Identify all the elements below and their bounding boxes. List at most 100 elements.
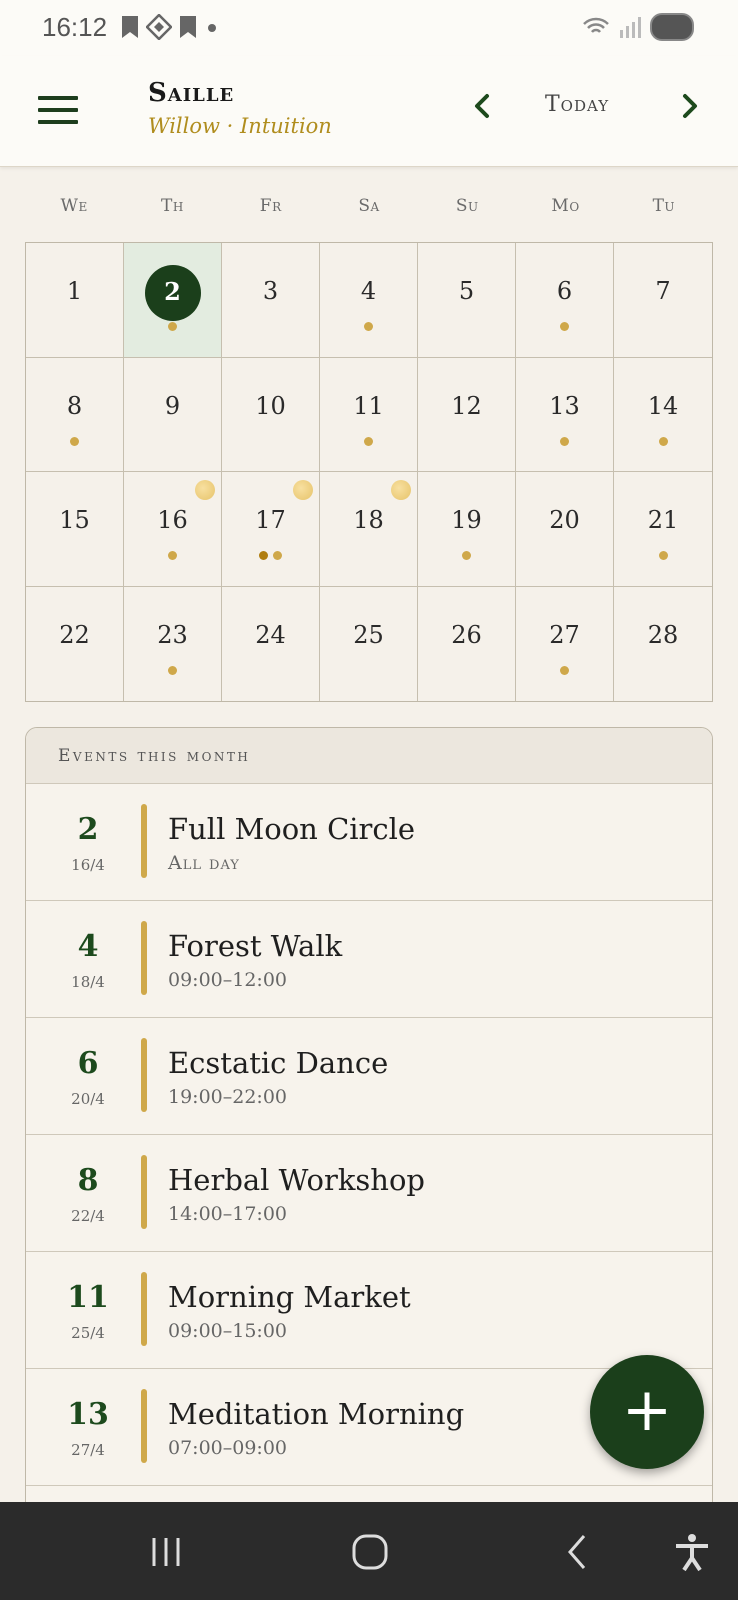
- calendar-day-28[interactable]: 28: [614, 587, 712, 702]
- event-row[interactable]: 11 25/4 Morning Market 09:00–15:00: [26, 1252, 712, 1369]
- event-dot: [273, 551, 282, 560]
- calendar-day-26[interactable]: 26: [418, 586, 516, 701]
- wifi-icon: [583, 17, 609, 33]
- calendar-day-1[interactable]: 1: [26, 243, 124, 358]
- event-day: 4: [77, 929, 99, 964]
- calendar-day-20[interactable]: 20: [516, 472, 614, 587]
- day-number: 27: [549, 620, 580, 649]
- event-row[interactable]: 6 20/4 Ecstatic Dance 19:00–22:00: [26, 1018, 712, 1135]
- calendar-day-7[interactable]: 7: [614, 243, 712, 358]
- calendar-day-17[interactable]: 17: [222, 472, 320, 587]
- calendar-day-24[interactable]: 24: [222, 586, 320, 701]
- event-time: 19:00–22:00: [168, 1086, 288, 1108]
- bookmark-icon: [180, 16, 196, 38]
- calendar-day-9[interactable]: 9: [124, 357, 222, 472]
- full-moon-icon: [195, 480, 215, 500]
- calendar-day-16[interactable]: 16: [124, 472, 222, 587]
- calendar-day-15[interactable]: 15: [26, 472, 124, 587]
- calendar-day-5[interactable]: 5: [418, 243, 516, 358]
- calendar-day-13[interactable]: 13: [516, 357, 614, 472]
- day-number: 23: [157, 620, 188, 649]
- event-name: Full Moon Circle: [168, 812, 416, 846]
- calendar-day-18[interactable]: 18: [320, 472, 418, 587]
- events-title: Events this month: [58, 746, 251, 766]
- calendar-day-19[interactable]: 19: [418, 472, 516, 587]
- calendar-day-11[interactable]: 11: [320, 357, 418, 472]
- event-indicator: [614, 551, 712, 560]
- weekday-label: Su: [455, 196, 479, 216]
- accessibility-icon[interactable]: [668, 1532, 716, 1572]
- calendar-day-2[interactable]: 2: [124, 243, 222, 358]
- diamond-icon: [146, 14, 172, 40]
- day-number: 10: [255, 391, 286, 420]
- event-indicator: [124, 322, 221, 331]
- day-number: 26: [451, 620, 482, 649]
- event-accent-bar: [141, 1389, 147, 1463]
- day-number: 17: [255, 506, 286, 534]
- event-accent-bar: [141, 804, 147, 878]
- battery-icon: [650, 13, 694, 41]
- status-bar: 16:12: [0, 0, 738, 56]
- menu-button[interactable]: [38, 96, 78, 126]
- event-indicator: [124, 665, 221, 675]
- calendar-day-10[interactable]: 10: [222, 357, 320, 472]
- back-icon[interactable]: [554, 1532, 602, 1572]
- today-button[interactable]: Today: [545, 92, 609, 117]
- day-number: 13: [549, 391, 580, 420]
- calendar-day-21[interactable]: 21: [614, 472, 712, 587]
- event-row[interactable]: 8 22/4 Herbal Workshop 14:00–17:00: [26, 1135, 712, 1252]
- event-date: 16/4: [71, 856, 105, 874]
- calendar-day-27[interactable]: 27: [516, 586, 614, 701]
- add-event-button[interactable]: +: [590, 1355, 704, 1469]
- event-date: 25/4: [71, 1324, 105, 1342]
- event-indicator: [516, 322, 613, 331]
- calendar-day-23[interactable]: 23: [124, 586, 222, 701]
- calendar-day-25[interactable]: 25: [320, 586, 418, 701]
- weekday-header: We Th Fr Sa Su Mo Tu: [25, 196, 713, 216]
- recent-apps-icon[interactable]: [142, 1532, 190, 1572]
- chevron-left-icon[interactable]: [462, 86, 502, 126]
- event-row[interactable]: 4 18/4 Forest Walk 09:00–12:00: [26, 901, 712, 1018]
- day-number: 4: [360, 277, 377, 305]
- dot-icon: [208, 24, 216, 32]
- calendar-day-8[interactable]: 8: [26, 357, 124, 472]
- event-date: 18/4: [71, 973, 105, 991]
- event-dot: [658, 436, 668, 446]
- calendar-day-14[interactable]: 14: [614, 358, 712, 472]
- event-dot: [259, 551, 268, 560]
- event-time: 07:00–09:00: [168, 1437, 288, 1459]
- day-number: 1: [66, 277, 83, 305]
- calendar-day-3[interactable]: 3: [222, 243, 320, 358]
- day-number: 12: [451, 391, 482, 420]
- calendar-day-4[interactable]: 4: [320, 243, 418, 358]
- status-time: 16:12: [42, 12, 108, 42]
- day-number: 21: [647, 506, 679, 534]
- event-day: 2: [77, 812, 99, 847]
- day-number: 22: [59, 620, 90, 649]
- event-name: Forest Walk: [168, 929, 343, 963]
- event-accent-bar: [141, 1155, 147, 1229]
- event-indicator: [124, 551, 221, 560]
- home-icon[interactable]: [346, 1532, 394, 1572]
- event-row[interactable]: 2 16/4 Full Moon Circle All day: [26, 784, 712, 901]
- event-name: Ecstatic Dance: [168, 1046, 389, 1080]
- calendar-day-22[interactable]: 22: [26, 586, 124, 701]
- event-dot: [560, 436, 569, 446]
- page-subtitle: Willow · Intuition: [148, 114, 332, 138]
- event-indicator: [516, 436, 613, 446]
- notification-icons: [120, 14, 220, 40]
- day-number: 7: [655, 277, 671, 305]
- calendar-day-6[interactable]: 6: [516, 243, 614, 358]
- event-accent-bar: [141, 921, 147, 995]
- event-indicator: [516, 665, 613, 675]
- event-dot: [658, 551, 668, 560]
- event-dot: [560, 322, 569, 331]
- event-day: 8: [77, 1163, 99, 1198]
- chevron-right-icon[interactable]: [670, 86, 710, 126]
- day-number: 11: [353, 391, 384, 420]
- calendar-day-12[interactable]: 12: [418, 357, 516, 472]
- event-dot: [168, 322, 177, 331]
- day-number: 3: [262, 277, 279, 305]
- event-date: 22/4: [71, 1207, 105, 1225]
- event-name: Meditation Morning: [168, 1397, 465, 1431]
